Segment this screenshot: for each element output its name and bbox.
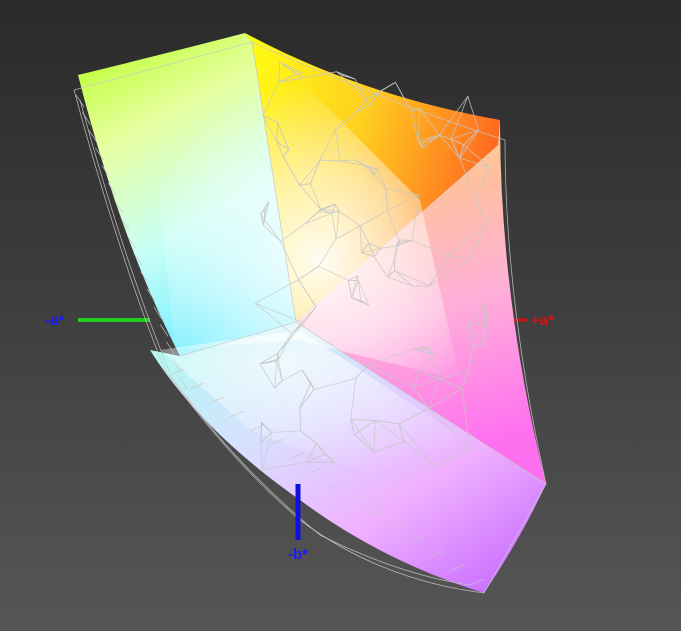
gamut-diagram [73,33,547,594]
wireframe-edge [379,81,396,92]
neg-b-axis-label: -b* [288,546,308,563]
wireframe-edge [398,239,413,241]
neg-a-axis-label: -a* [45,312,65,329]
pos-a-axis-label: +a* [531,312,554,329]
